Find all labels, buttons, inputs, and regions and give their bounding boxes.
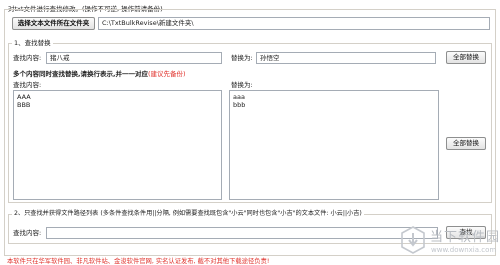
multi-find-label: 查找内容: [13,81,42,89]
multi-replace-label: 替换为: [231,81,253,89]
folder-path-input[interactable]: C:\TxtBulkRevise\新建文件夹\ [98,17,490,30]
replace-input[interactable]: 孙悟空 [256,52,436,64]
watermark-url: www.downxia.com [431,246,497,254]
watermark-name: 当下软件园 [430,230,500,245]
multi-title-text: 多个内容同时查找替换,请换行表示,并一一对应 [13,70,148,78]
footer-notice: 本软件只在华军软件园、非凡软件站、金浚软件官网, 实名认证发布, 截不对其他下载… [7,258,270,265]
find-input[interactable]: 猪八戒 [46,52,222,64]
section2-find-label: 查找内容: [13,229,42,237]
replace-all-button[interactable]: 全部替换 [446,51,486,64]
multi-title: 多个内容同时查找替换,请换行表示,并一一对应(建议先备份) [13,70,186,79]
multi-replace-textarea[interactable]: aaa bbb [229,90,439,200]
multi-replace-all-button[interactable]: 全部替换 [446,137,486,150]
section1-legend: 1、查找替换 [12,39,53,47]
find-label: 查找内容: [13,54,42,62]
section2-find-input[interactable] [46,227,438,239]
download-arrow-icon [401,226,425,254]
section2-legend: 2、只查找并获得文件路径列表 (多条件查找条件用||分隔, 例如需要查找既包含"… [12,210,364,218]
select-folder-button[interactable]: 选择文本文件所在文件夹 [12,17,95,30]
multi-hint: (建议先备份) [147,70,186,78]
replace-label: 替换为: [231,54,253,62]
multi-find-textarea[interactable]: AAA BBB [13,90,222,200]
watermark: 当下软件园 www.downxia.com [400,222,500,265]
